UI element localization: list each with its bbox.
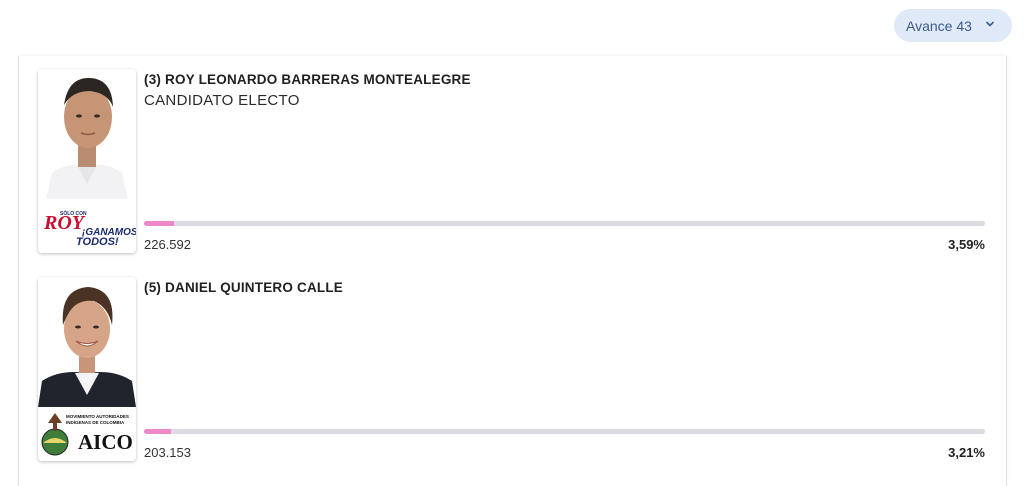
candidate-card[interactable]: MOVIMIENTO AUTORIDADES INDÍGENAS DE COLO… bbox=[38, 277, 988, 463]
logo-slogan2: TODOS! bbox=[76, 236, 119, 248]
candidate-name: (3) ROY LEONARDO BARRERAS MONTEALEGRE bbox=[144, 72, 471, 87]
avance-label: Avance 43 bbox=[906, 17, 972, 34]
vote-progress-bar bbox=[144, 221, 985, 226]
candidate-status: CANDIDATO ELECTO bbox=[144, 92, 300, 109]
logo-big-text: AICO bbox=[78, 430, 133, 454]
vote-percent: 3,21% bbox=[948, 445, 985, 460]
vote-count: 203.153 bbox=[144, 445, 191, 460]
vote-percent: 3,59% bbox=[948, 237, 985, 252]
logo-big-text: ROY bbox=[43, 212, 86, 234]
vote-progress-bar bbox=[144, 429, 985, 434]
chevron-down-icon bbox=[986, 21, 994, 27]
vote-count: 226.592 bbox=[144, 237, 191, 252]
vote-progress-fill bbox=[144, 429, 171, 434]
avance-dropdown[interactable]: Avance 43 bbox=[894, 9, 1012, 42]
logo-line1: MOVIMIENTO AUTORIDADES bbox=[66, 414, 129, 419]
candidate-name: (5) DANIEL QUINTERO CALLE bbox=[144, 280, 344, 295]
vote-progress-fill bbox=[144, 221, 175, 226]
candidate-photo: SÓLO CON ROY ¡GANAMOS TODOS! bbox=[38, 69, 136, 253]
candidate-photo: MOVIMIENTO AUTORIDADES INDÍGENAS DE COLO… bbox=[38, 277, 136, 461]
logo-line2: INDÍGENAS DE COLOMBIA bbox=[66, 418, 125, 425]
candidate-card[interactable]: SÓLO CON ROY ¡GANAMOS TODOS! (3) ROY LEO… bbox=[38, 69, 988, 255]
